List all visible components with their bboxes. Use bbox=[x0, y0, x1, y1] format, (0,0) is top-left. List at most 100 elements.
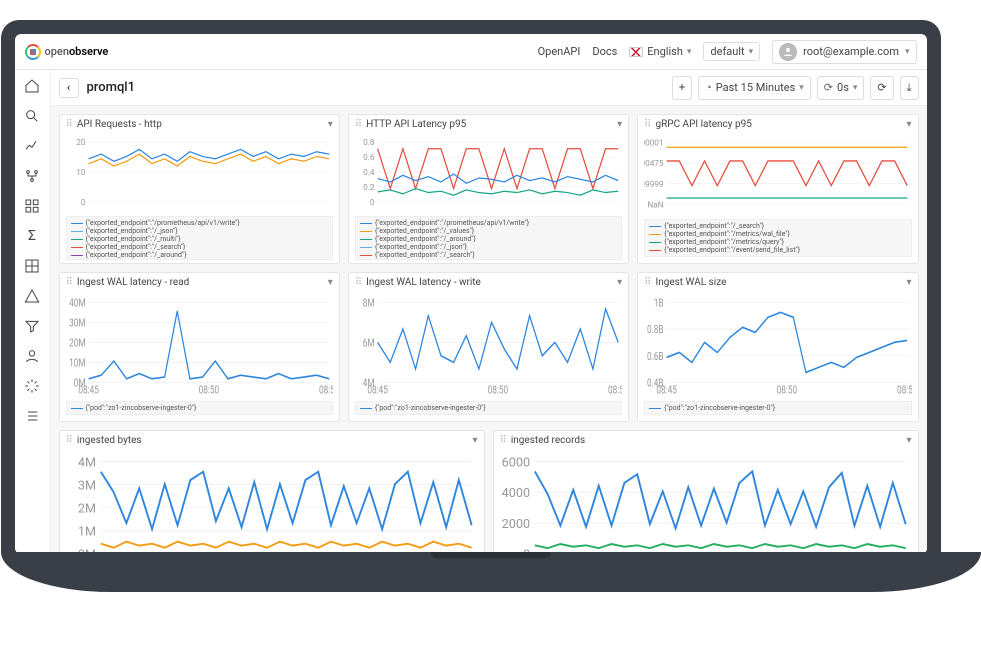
dashboards-icon[interactable] bbox=[22, 196, 42, 216]
list-icon[interactable] bbox=[22, 406, 42, 426]
panel-http_latency: ⠿ HTTP API Latency p95 ▾ 0.80.60.40.20 {… bbox=[348, 114, 629, 264]
panel-title: ingested records bbox=[511, 435, 903, 446]
brand-logo[interactable]: openobserve bbox=[25, 44, 109, 60]
svg-text:08:45: 08:45 bbox=[657, 384, 678, 396]
users-icon[interactable] bbox=[22, 346, 42, 366]
refresh-interval-selector[interactable]: ⟳ 0s ▾ bbox=[817, 76, 865, 100]
docs-link[interactable]: Docs bbox=[592, 45, 617, 58]
legend-item[interactable]: {"exported_endpoint":"/_json"} bbox=[360, 243, 617, 251]
panel-grpc_latency: ⠿ gRPC API latency p95 ▾ 0.000010.004750… bbox=[637, 114, 918, 264]
legend-item[interactable]: {"pod":"zo1-zincobserve-ingester-0"} bbox=[360, 404, 617, 412]
legend-item[interactable]: {"exported_endpoint":"/prometheus/api/v1… bbox=[71, 219, 328, 227]
panel-menu-button[interactable]: ▾ bbox=[472, 435, 477, 446]
filter-icon[interactable] bbox=[22, 316, 42, 336]
svg-text:4M: 4M bbox=[77, 455, 95, 470]
sigma-icon[interactable]: Σ bbox=[22, 226, 42, 246]
panel-title: API Requests - http bbox=[77, 119, 324, 130]
logo-icon bbox=[25, 44, 41, 60]
svg-text:30M: 30M bbox=[69, 317, 85, 329]
page-header: ‹ promql1 + ◔ Past 15 Minutes ▾ ⟳ 0s ▾ ⟳ bbox=[51, 70, 927, 106]
svg-text:20: 20 bbox=[76, 138, 86, 148]
svg-text:0: 0 bbox=[370, 198, 375, 208]
legend-item[interactable]: {"exported_endpoint":"/_json"} bbox=[71, 227, 328, 235]
panel-body: 6000400020000 bbox=[494, 450, 918, 554]
drag-handle-icon[interactable]: ⠿ bbox=[355, 119, 362, 130]
legend-item[interactable]: {"exported_endpoint":"/_search"} bbox=[71, 243, 328, 251]
openapi-link[interactable]: OpenAPI bbox=[538, 45, 581, 58]
panel-body: 1B0.8B0.6B0.4B08:4508:5008:55 {"pod":"zo… bbox=[638, 292, 917, 421]
legend-item[interactable]: {"exported_endpoint":"/metrics/query"} bbox=[649, 238, 906, 246]
legend-item[interactable]: {"exported_endpoint":"/_around"} bbox=[360, 235, 617, 243]
chevron-down-icon: ▾ bbox=[853, 83, 858, 93]
legend-item[interactable]: {"pod":"zo1-zincobserve-ingester-0"} bbox=[649, 404, 906, 412]
panel-menu-button[interactable]: ▾ bbox=[906, 119, 911, 130]
traces-icon[interactable] bbox=[22, 166, 42, 186]
panel-title: Ingest WAL size bbox=[655, 277, 902, 288]
svg-text:3M: 3M bbox=[77, 478, 95, 493]
svg-text:40M: 40M bbox=[69, 297, 85, 309]
integrations-icon[interactable] bbox=[22, 376, 42, 396]
drag-handle-icon[interactable]: ⠿ bbox=[66, 119, 73, 130]
panel-menu-button[interactable]: ▾ bbox=[328, 119, 333, 130]
legend-item[interactable]: {"exported_endpoint":"/_values"} bbox=[71, 259, 328, 260]
chevron-down-icon: ▾ bbox=[905, 47, 910, 57]
drag-handle-icon[interactable]: ⠿ bbox=[644, 277, 651, 288]
panel-menu-button[interactable]: ▾ bbox=[617, 277, 622, 288]
svg-text:0.00475: 0.00475 bbox=[644, 159, 664, 169]
svg-text:08:45: 08:45 bbox=[78, 384, 99, 396]
legend-item[interactable]: {"exported_endpoint":"/metrics/wal_file"… bbox=[649, 230, 906, 238]
svg-text:0.8: 0.8 bbox=[363, 138, 375, 148]
drag-handle-icon[interactable]: ⠿ bbox=[355, 277, 362, 288]
refresh-button[interactable]: ⟳ bbox=[870, 76, 893, 100]
legend-item[interactable]: {"exported_endpoint":"/_search"} bbox=[649, 222, 906, 230]
panel-ingested_bytes: ⠿ ingested bytes ▾ 4M3M2M1M0M bbox=[59, 430, 485, 554]
svg-text:08:45: 08:45 bbox=[367, 384, 388, 396]
back-button[interactable]: ‹ bbox=[59, 78, 79, 98]
home-icon[interactable] bbox=[22, 76, 42, 96]
svg-text:08:55: 08:55 bbox=[318, 384, 332, 396]
legend-item[interactable]: {"exported_endpoint":"/_search"} bbox=[360, 251, 617, 259]
drag-handle-icon[interactable]: ⠿ bbox=[66, 277, 73, 288]
add-panel-button[interactable]: + bbox=[672, 76, 692, 100]
clock-icon: ◔ bbox=[705, 81, 712, 94]
time-range-selector[interactable]: ◔ Past 15 Minutes ▾ bbox=[698, 76, 811, 100]
panel-menu-button[interactable]: ▾ bbox=[328, 277, 333, 288]
metrics-icon[interactable] bbox=[22, 136, 42, 156]
legend-item[interactable]: {"pod":"zo1-zincobserve-ingester-0"} bbox=[71, 404, 328, 412]
svg-text:0.6B: 0.6B bbox=[647, 351, 664, 363]
svg-text:0.4: 0.4 bbox=[363, 168, 375, 178]
dashboard-grid: ⠿ API Requests - http ▾ 20100 {"exported… bbox=[51, 106, 927, 554]
legend-item[interactable]: {"exported_endpoint":"/_around"} bbox=[71, 251, 328, 259]
legend-item[interactable]: {"exported_endpoint":"/_multi"} bbox=[71, 235, 328, 243]
panel-ingested_records: ⠿ ingested records ▾ 6000400020000 bbox=[493, 430, 919, 554]
pipelines-icon[interactable] bbox=[22, 256, 42, 276]
panel-title: HTTP API Latency p95 bbox=[366, 119, 613, 130]
drag-handle-icon[interactable]: ⠿ bbox=[644, 119, 651, 130]
avatar-icon bbox=[779, 43, 797, 61]
legend: {"exported_endpoint":"/_search"}{"export… bbox=[644, 219, 911, 257]
brand-part1: open bbox=[45, 45, 69, 58]
legend-item[interactable]: {"exported_endpoint":"/event/send_file_l… bbox=[649, 246, 906, 254]
svg-text:0.8B: 0.8B bbox=[647, 324, 664, 336]
search-icon[interactable] bbox=[22, 106, 42, 126]
panel-body: 40M30M20M10M0M08:4508:5008:55 {"pod":"zo… bbox=[60, 292, 339, 421]
svg-text:4000: 4000 bbox=[501, 486, 529, 501]
org-selector[interactable]: default ▾ bbox=[703, 42, 760, 61]
panel-menu-button[interactable]: ▾ bbox=[906, 277, 911, 288]
panel-body: 0.80.60.40.20 {"exported_endpoint":"/pro… bbox=[349, 134, 628, 266]
top-bar: openobserve OpenAPI Docs English ▾ defau… bbox=[15, 34, 927, 70]
drag-handle-icon[interactable]: ⠿ bbox=[500, 435, 507, 446]
refresh-icon: ⟳ bbox=[824, 81, 833, 94]
panel-wal_size: ⠿ Ingest WAL size ▾ 1B0.8B0.6B0.4B08:450… bbox=[637, 272, 918, 422]
legend-item[interactable]: {"exported_endpoint":"/prometheus/api/v1… bbox=[360, 219, 617, 227]
panel-wal_write: ⠿ Ingest WAL latency - write ▾ 8M6M4M08:… bbox=[348, 272, 629, 422]
user-menu[interactable]: root@example.com ▾ bbox=[772, 40, 916, 64]
panel-menu-button[interactable]: ▾ bbox=[617, 119, 622, 130]
legend-item[interactable]: {"exported_endpoint":"/_multi"} bbox=[360, 259, 617, 260]
legend-item[interactable]: {"exported_endpoint":"/_values"} bbox=[360, 227, 617, 235]
language-selector[interactable]: English ▾ bbox=[629, 45, 691, 58]
panel-menu-button[interactable]: ▾ bbox=[906, 435, 911, 446]
alerts-icon[interactable] bbox=[22, 286, 42, 306]
drag-handle-icon[interactable]: ⠿ bbox=[66, 435, 73, 446]
download-button[interactable]: ⤓ bbox=[900, 76, 919, 100]
